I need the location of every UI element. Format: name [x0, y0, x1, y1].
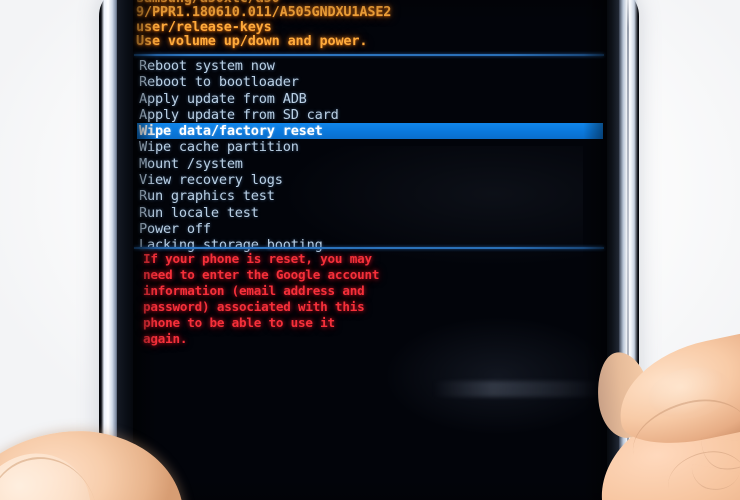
warning-line-6: again. [143, 331, 188, 347]
menu-item-reboot-to-bootloader[interactable]: Reboot to bootloader [137, 74, 603, 90]
menu-item-run-locale-test[interactable]: Run locale test [137, 205, 603, 221]
warning-line-3: information (email address and [143, 283, 365, 299]
phone-left-bezel-highlight [101, 0, 118, 500]
menu-item-view-recovery-logs[interactable]: View recovery logs [137, 172, 603, 188]
screenshot-stage: Android Recovery samsung/a50xtc/a50 9/PP… [0, 0, 740, 500]
warning-line-5: phone to be able to use it [143, 315, 335, 331]
menu-item-mount-system[interactable]: Mount /system [137, 156, 603, 172]
factory-reset-warning: If your phone is reset, you may need to … [143, 251, 473, 348]
divider-menu-warning [134, 247, 604, 249]
phone-left-bezel [117, 0, 134, 500]
menu-item-run-graphics-test[interactable]: Run graphics test [137, 188, 603, 204]
warning-line-4: password) associated with this [143, 299, 365, 315]
recovery-header-line-instructions: Use volume up/down and power. [136, 33, 368, 50]
screen-reflection-streak [433, 381, 603, 397]
recovery-menu[interactable]: Reboot system now Reboot to bootloader A… [137, 58, 603, 254]
recovery-header: Android Recovery samsung/a50xtc/a50 9/PP… [136, 0, 604, 49]
menu-item-apply-update-from-sd-card[interactable]: Apply update from SD card [137, 107, 603, 123]
menu-item-power-off[interactable]: Power off [137, 221, 603, 237]
menu-item-wipe-cache-partition[interactable]: Wipe cache partition [137, 139, 603, 155]
warning-line-2: need to enter the Google account [143, 267, 380, 283]
warning-line-1: If your phone is reset, you may [143, 251, 372, 266]
phone-screen[interactable]: Android Recovery samsung/a50xtc/a50 9/PP… [133, 0, 607, 500]
recovery-header-line-build: 9/PPR1.180610.011/A505GNDXU1ASE2 [136, 4, 392, 21]
menu-item-reboot-system-now[interactable]: Reboot system now [137, 58, 603, 74]
menu-item-wipe-data-factory-reset[interactable]: Wipe data/factory reset [137, 123, 603, 140]
menu-item-apply-update-from-adb[interactable]: Apply update from ADB [137, 91, 603, 107]
left-thumb-crease [0, 444, 96, 500]
divider-header-menu [134, 54, 604, 56]
